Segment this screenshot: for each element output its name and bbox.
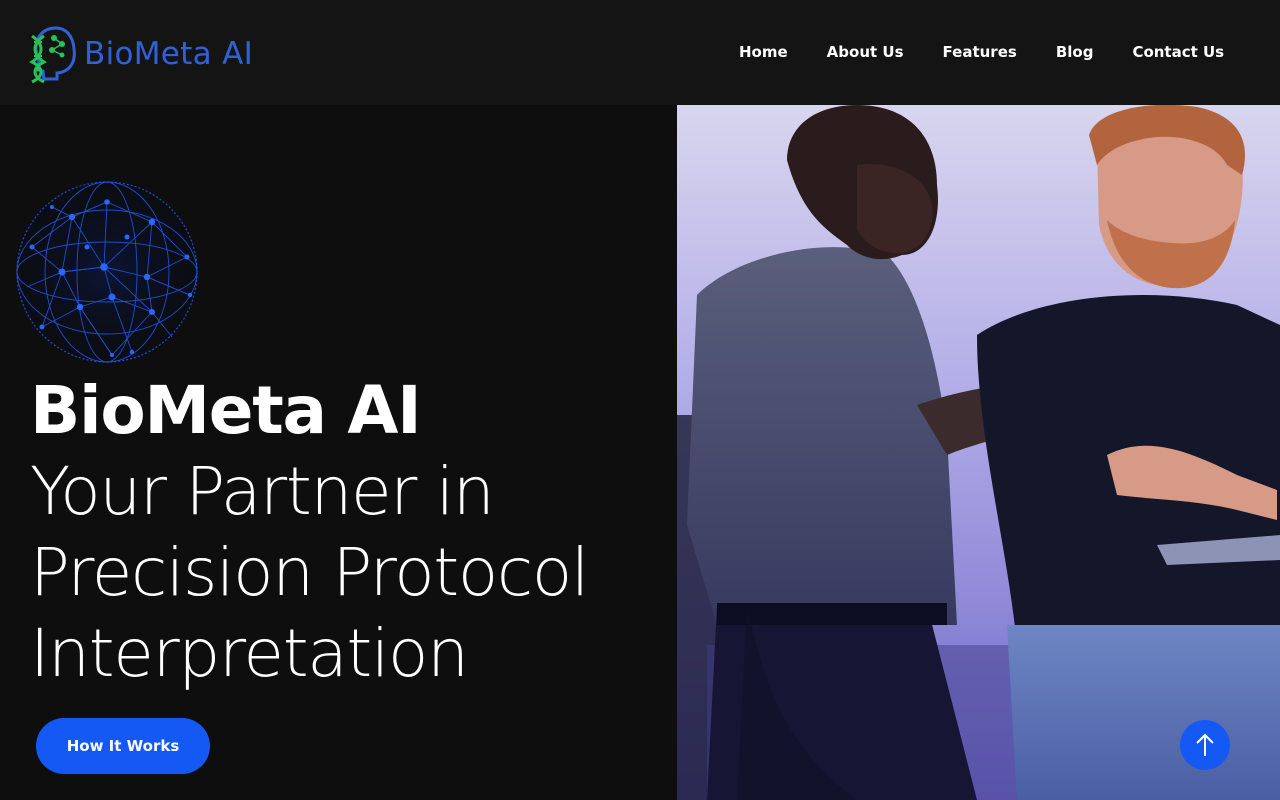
hero-title: BioMeta AI Your Partner in Precision Pro… xyxy=(30,370,589,694)
hero-title-line-2: Precision Protocol xyxy=(30,534,589,611)
hero-title-line-1: Your Partner in xyxy=(30,453,495,530)
brand-name: BioMeta AI xyxy=(84,36,254,72)
hero-title-line-3: Interpretation xyxy=(30,615,469,692)
site-header: BioMeta AI Home About Us Features Blog C… xyxy=(0,0,1280,105)
nav-contact-us[interactable]: Contact Us xyxy=(1132,41,1224,63)
two-men-talking-photo xyxy=(677,105,1280,800)
site-logo[interactable]: BioMeta AI xyxy=(26,24,253,84)
main-nav: Home About Us Features Blog Contact Us xyxy=(739,41,1224,63)
network-globe-icon xyxy=(16,181,198,363)
nav-about-us[interactable]: About Us xyxy=(827,41,904,63)
dna-head-icon xyxy=(29,26,76,84)
hero-title-brand: BioMeta AI xyxy=(30,372,422,449)
scroll-to-top-button[interactable] xyxy=(1180,720,1230,770)
arrow-up-icon xyxy=(1196,733,1214,756)
nav-home[interactable]: Home xyxy=(739,41,788,63)
nav-blog[interactable]: Blog xyxy=(1056,41,1094,63)
hero-photo xyxy=(677,105,1280,800)
nav-features[interactable]: Features xyxy=(943,41,1017,63)
how-it-works-button[interactable]: How It Works xyxy=(36,718,210,774)
